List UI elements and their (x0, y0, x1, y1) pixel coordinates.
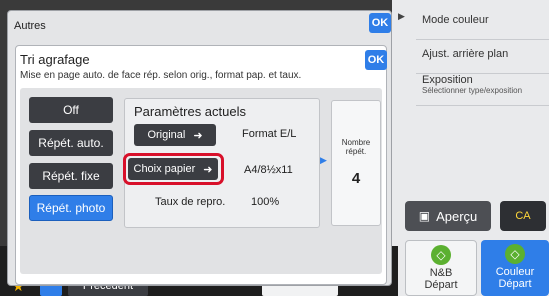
original-button[interactable]: Original ➜ (134, 124, 216, 146)
ratio-value: 100% (251, 196, 280, 208)
mode-repet-auto-button[interactable]: Répét. auto. (29, 130, 113, 156)
mode-label: Répét. fixe (42, 169, 100, 183)
mode-label: Répét. auto. (38, 136, 104, 150)
mode-label: Off (63, 103, 79, 117)
right-item-label: Ajust. arrière plan (422, 48, 509, 60)
preview-label: Aperçu (436, 208, 478, 224)
start-diamond-icon: ◇ (431, 245, 451, 265)
arrow-right-icon: ➜ (193, 129, 203, 142)
highlight-frame (123, 153, 224, 185)
inner-ok-button[interactable]: OK (365, 50, 387, 70)
right-item-exposition[interactable]: Exposition Sélectionner type/exposition (416, 72, 549, 106)
original-label: Original (147, 129, 186, 141)
inner-dialog-title: Tri agrafage (20, 52, 90, 67)
right-item-label: Mode couleur (422, 14, 489, 26)
mode-off-button[interactable]: Off (29, 97, 113, 123)
pointer-arrow-icon: ▶ (320, 155, 327, 165)
bw-start-button[interactable]: ◇ N&B Départ (405, 240, 477, 296)
params-title: Paramètres actuels (134, 104, 246, 119)
color-start-label: Couleur (495, 266, 535, 278)
outer-dialog-title: Autres (14, 20, 46, 32)
count-label: Nombre (341, 138, 371, 147)
start-diamond-icon: ◇ (505, 244, 525, 264)
mode-repet-fixe-button[interactable]: Répét. fixe (29, 163, 113, 189)
mode-repet-photo-button[interactable]: Répét. photo (29, 195, 113, 221)
right-item-label: Exposition (422, 74, 473, 86)
right-item-mode-couleur[interactable]: Mode couleur (416, 14, 549, 40)
paper-value: A4/8½x11 (244, 164, 293, 176)
ca-label: CA (515, 210, 531, 222)
inner-dialog-subtitle: Mise en page auto. de face rép. selon or… (20, 70, 302, 81)
repeat-count-box[interactable]: Nombre répét. 4 (331, 100, 381, 226)
ok-label: OK (367, 54, 385, 66)
original-value: Format E/L (242, 128, 297, 140)
preview-icon: ▣ (418, 209, 431, 223)
outer-ok-button[interactable]: OK (369, 13, 391, 33)
mode-label: Répét. photo (36, 201, 106, 215)
ca-button[interactable]: CA (500, 201, 546, 231)
ratio-label: Taux de repro. (155, 196, 226, 208)
ok-label: OK (371, 17, 389, 29)
bw-start-label-2: Départ (424, 279, 458, 291)
count-label-2: répét. (345, 147, 367, 156)
expand-arrow-icon[interactable]: ▶ (398, 11, 405, 22)
right-item-sub: Sélectionner type/exposition (422, 86, 523, 95)
preview-button[interactable]: ▣ Aperçu (405, 201, 491, 231)
color-start-label-2: Départ (498, 278, 532, 290)
count-value: 4 (351, 170, 361, 187)
right-item-ajust-arriere-plan[interactable]: Ajust. arrière plan (416, 48, 549, 74)
bw-start-label: N&B (429, 267, 453, 279)
color-start-button[interactable]: ◇ Couleur Départ (481, 240, 549, 296)
